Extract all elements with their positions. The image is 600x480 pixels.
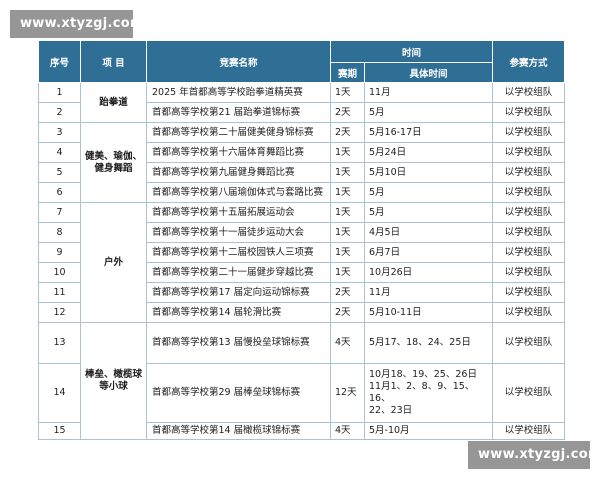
competition-name: 首都高等学校第13 届慢投垒球锦标赛 [146,322,331,364]
row-index: 11 [38,282,81,303]
competition-name: 首都高等学校第29 届棒垒球锦标赛 [146,363,331,423]
row-index: 5 [38,162,81,183]
competition-duration: 1天 [330,242,365,263]
row-index: 15 [38,422,81,440]
competition-duration: 2天 [330,122,365,143]
competition-mode: 以学校组队 [492,162,566,183]
competition-dates: 5月10-11日 [363,302,494,323]
competition-mode: 以学校组队 [492,422,566,440]
competition-duration: 2天 [330,102,365,123]
competition-mode: 以学校组队 [492,262,566,283]
competition-name: 首都高等学校第二十一届健步穿越比赛 [146,262,331,283]
watermark-top: www.xtyzgj.com [10,10,144,38]
competition-name: 首都高等学校第14 届橄榄球锦标赛 [146,422,331,440]
competition-mode: 以学校组队 [492,282,566,303]
competition-duration: 12天 [330,363,365,423]
competition-duration: 2天 [330,302,365,323]
competition-dates: 4月5日 [363,222,494,243]
competition-mode: 以学校组队 [492,202,566,223]
row-index: 7 [38,202,81,223]
competition-name: 2025 年首都高等学校跆拳道精英赛 [146,82,331,103]
competition-duration: 2天 [330,282,365,303]
table-row: 1 跆拳道 2025 年首都高等学校跆拳道精英赛 1天 11月 以学校组队 [38,82,566,123]
competition-table: 序号 项 目 竞赛名称 时间 参赛方式 赛期 具体时间 1 跆拳道 2025 年… [38,40,566,440]
row-index: 8 [38,222,81,243]
row-index: 10 [38,262,81,283]
competition-name: 首都高等学校第17 届定向运动锦标赛 [146,282,331,303]
competition-duration: 4天 [330,322,365,364]
competition-dates: 5月-10月 [363,422,494,440]
table-row: 13 棒垒、橄榄球等小球 首都高等学校第13 届慢投垒球锦标赛 4天 5月17、… [38,322,566,440]
competition-dates: 5月16-17日 [363,122,494,143]
competition-dates: 5月 [363,102,494,123]
competition-duration: 1天 [330,202,365,223]
competition-name: 首都高等学校第十五届拓展运动会 [146,202,331,223]
competition-mode: 以学校组队 [492,302,566,323]
row-index: 6 [38,182,81,203]
competition-dates: 10月18、19、25、26日 11月1、2、8、9、15、16、 22、23日 [363,363,494,423]
competition-name: 首都高等学校第十一届徒步运动大会 [146,222,331,243]
competition-name: 首都高等学校第14 届轮滑比赛 [146,302,331,323]
competition-name: 首都高等学校第九届健身舞蹈比赛 [146,162,331,183]
header-mode: 参赛方式 [492,40,566,83]
competition-dates: 5月 [363,182,494,203]
competition-mode: 以学校组队 [492,142,566,163]
competition-dates: 5月24日 [363,142,494,163]
row-index: 4 [38,142,81,163]
row-index: 1 [38,82,81,103]
header-dates: 具体时间 [363,62,494,83]
watermark-bottom: www.xtyzgj.com [468,441,600,469]
competition-dates: 5月10日 [363,162,494,183]
competition-mode: 以学校组队 [492,122,566,143]
row-index: 2 [38,102,81,123]
row-index: 14 [38,363,81,423]
competition-dates: 10月26日 [363,262,494,283]
competition-duration: 1天 [330,222,365,243]
competition-name: 首都高等学校第八届瑜伽体式与套路比赛 [146,182,331,203]
competition-mode: 以学校组队 [492,363,566,423]
row-index: 3 [38,122,81,143]
competition-mode: 以学校组队 [492,222,566,243]
competition-dates: 6月7日 [363,242,494,263]
header-duration: 赛期 [330,62,365,83]
competition-mode: 以学校组队 [492,242,566,263]
category-fitness: 健美、瑜伽、健身舞蹈 [80,122,147,203]
competition-dates: 5月17、18、24、25日 [363,322,494,364]
header-index: 序号 [38,40,81,83]
competition-mode: 以学校组队 [492,182,566,203]
header-category: 项 目 [80,40,147,83]
competition-mode: 以学校组队 [492,322,566,364]
competition-table-container: 序号 项 目 竞赛名称 时间 参赛方式 赛期 具体时间 1 跆拳道 2025 年… [38,40,566,440]
competition-name: 首都高等学校第二十届健美健身锦标赛 [146,122,331,143]
header-name: 竞赛名称 [146,40,331,83]
header-time: 时间 [329,40,494,63]
row-index: 13 [38,322,81,364]
competition-duration: 4天 [330,422,365,440]
competition-dates: 5月 [363,202,494,223]
category-ball: 棒垒、橄榄球等小球 [80,322,147,440]
competition-name: 首都高等学校第十二届校园铁人三项赛 [146,242,331,263]
row-index: 9 [38,242,81,263]
competition-duration: 1天 [330,182,365,203]
table-row: 3 健美、瑜伽、健身舞蹈 首都高等学校第二十届健美健身锦标赛 2天 5月16-1… [38,122,566,203]
table-row: 7 户外 首都高等学校第十五届拓展运动会 1天 5月 以学校组队 [38,202,566,323]
competition-mode: 以学校组队 [492,82,566,103]
competition-name: 首都高等学校第十六届体育舞蹈比赛 [146,142,331,163]
category-outdoor: 户外 [80,202,147,323]
competition-dates: 11月 [363,82,494,103]
category-taekwondo: 跆拳道 [80,82,147,123]
row-index: 12 [38,302,81,323]
competition-duration: 1天 [330,82,365,103]
competition-duration: 1天 [330,262,365,283]
competition-name: 首都高等学校第21 届跆拳道锦标赛 [146,102,331,123]
competition-duration: 1天 [330,162,365,183]
competition-duration: 1天 [330,142,365,163]
competition-dates: 11月 [363,282,494,303]
competition-mode: 以学校组队 [492,102,566,123]
